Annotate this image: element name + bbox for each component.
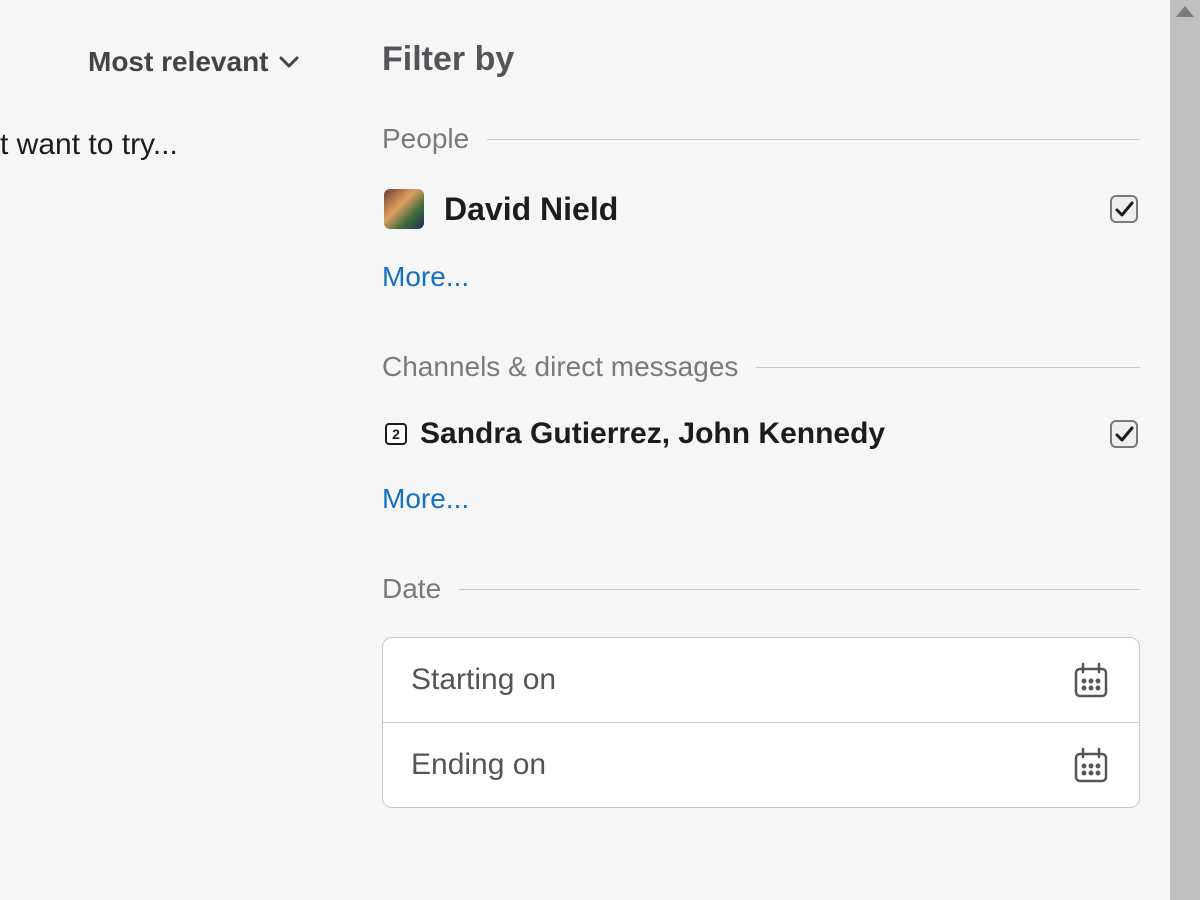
svg-text:2: 2 xyxy=(392,426,400,442)
window-scrollbar[interactable] xyxy=(1170,0,1200,900)
date-start-field[interactable]: Starting on xyxy=(383,638,1139,722)
filter-title: Filter by xyxy=(382,40,1140,79)
date-start-placeholder: Starting on xyxy=(411,663,556,697)
channel-filter-item[interactable]: 2 Sandra Gutierrez, John Kennedy xyxy=(382,415,1140,453)
calendar-icon xyxy=(1071,660,1111,700)
people-section: People David Nield More... xyxy=(382,123,1140,293)
person-name: David Nield xyxy=(444,191,1110,228)
people-more-link[interactable]: More... xyxy=(382,261,469,293)
people-heading: People xyxy=(382,123,469,155)
people-filter-item[interactable]: David Nield xyxy=(382,187,1140,231)
checkbox-checked[interactable] xyxy=(1110,420,1138,448)
calendar-icon xyxy=(1071,745,1111,785)
date-heading: Date xyxy=(382,573,441,605)
chevron-down-icon xyxy=(279,55,299,69)
scroll-up-icon[interactable] xyxy=(1176,6,1194,17)
date-end-field[interactable]: Ending on xyxy=(383,722,1139,807)
panel-scrollbar[interactable] xyxy=(1148,0,1170,900)
date-range-box: Starting on Ending on xyxy=(382,637,1140,808)
channel-name: Sandra Gutierrez, John Kennedy xyxy=(420,417,1110,451)
avatar xyxy=(384,189,424,229)
dm-count-icon: 2 xyxy=(384,422,408,446)
channels-more-link[interactable]: More... xyxy=(382,483,469,515)
date-heading-row: Date xyxy=(382,573,1140,605)
divider xyxy=(756,367,1140,368)
date-section: Date Starting on Ending on xyxy=(382,573,1140,808)
checkbox-checked[interactable] xyxy=(1110,195,1138,223)
filter-panel: Filter by People David Nield More... Cha… xyxy=(382,40,1140,808)
divider xyxy=(487,139,1140,140)
channels-heading: Channels & direct messages xyxy=(382,351,738,383)
date-end-placeholder: Ending on xyxy=(411,748,546,782)
sort-dropdown[interactable]: Most relevant xyxy=(88,46,299,78)
channels-heading-row: Channels & direct messages xyxy=(382,351,1140,383)
divider xyxy=(459,589,1140,590)
sort-label: Most relevant xyxy=(88,46,269,78)
search-result-snippet: t want to try... xyxy=(0,128,178,162)
channels-section: Channels & direct messages 2 Sandra Guti… xyxy=(382,351,1140,515)
people-heading-row: People xyxy=(382,123,1140,155)
